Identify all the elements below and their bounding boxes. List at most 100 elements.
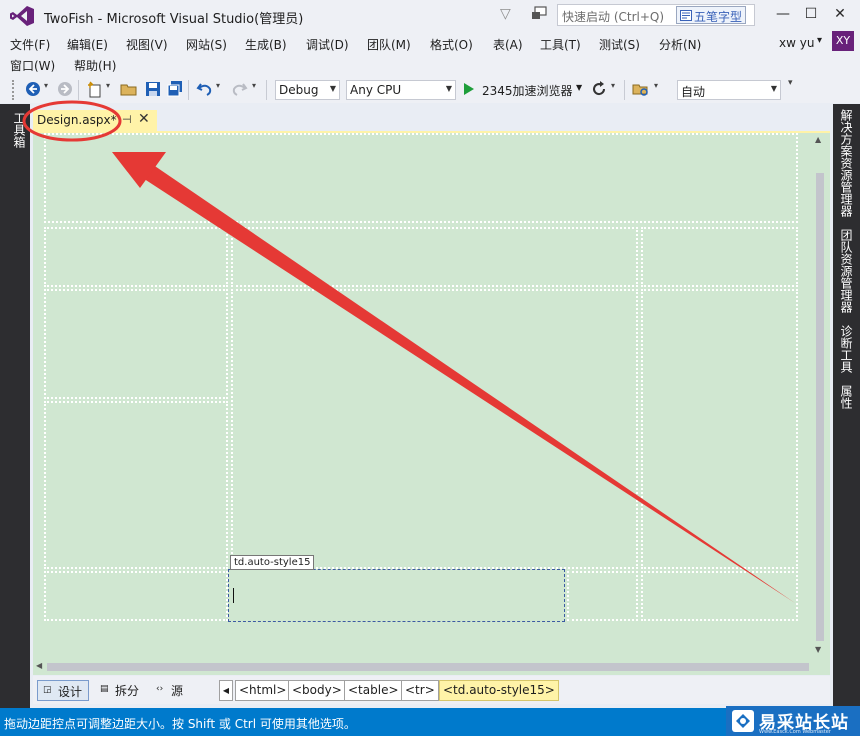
design-surface[interactable]: td.auto-style15 ▲ ▼ ◀ xyxy=(33,133,830,675)
diagnostic-tools-tab[interactable]: 诊断工具 xyxy=(838,325,855,373)
menu-format[interactable]: 格式(O) xyxy=(430,36,473,53)
toolbox-tab[interactable]: 工具箱 xyxy=(7,112,26,152)
user-name[interactable]: xw yu xyxy=(779,36,814,50)
minimize-icon[interactable]: — xyxy=(772,4,794,24)
text-caret xyxy=(233,588,234,603)
table-cell[interactable] xyxy=(44,401,228,569)
maximize-icon[interactable]: ☐ xyxy=(800,4,822,24)
menu-table[interactable]: 表(A) xyxy=(493,36,523,53)
breadcrumb-tr[interactable]: <tr> xyxy=(401,680,439,701)
scroll-up-icon[interactable]: ▲ xyxy=(815,135,821,144)
undo-icon[interactable] xyxy=(196,80,214,98)
save-all-icon[interactable] xyxy=(166,80,184,98)
close-window-icon[interactable]: ✕ xyxy=(829,4,851,24)
team-explorer-tab[interactable]: 团队资源管理器 xyxy=(838,229,855,313)
navigate-forward-icon[interactable] xyxy=(56,80,74,98)
selected-table-cell[interactable] xyxy=(228,569,565,622)
breadcrumb-table[interactable]: <table> xyxy=(344,680,403,701)
menu-help[interactable]: 帮助(H) xyxy=(74,57,116,74)
toolbox-label: 工具箱 xyxy=(12,112,26,148)
breadcrumb-td-active[interactable]: <td.auto-style15> xyxy=(439,680,559,701)
table-cell[interactable] xyxy=(231,227,638,287)
source-view-button[interactable]: ‹› 源 xyxy=(151,680,189,701)
avatar[interactable]: XY xyxy=(832,31,854,51)
toolbar-grip[interactable] xyxy=(12,80,16,100)
scroll-left-icon[interactable]: ◀ xyxy=(36,661,42,670)
vertical-scroll-thumb[interactable] xyxy=(816,173,824,641)
scroll-down-icon[interactable]: ▼ xyxy=(815,645,821,654)
chevron-down-icon: ▼ xyxy=(770,84,777,93)
watermark: 易采站长站 Www.Easck.Com Webmaster xyxy=(726,706,860,736)
menu-bar: 文件(F) 编辑(E) 视图(V) 网站(S) 生成(B) 调试(D) 团队(M… xyxy=(0,32,860,77)
navigate-back-icon[interactable] xyxy=(24,80,42,98)
new-dropdown-icon[interactable]: ▾ xyxy=(106,81,110,90)
toolbar-options-icon[interactable]: ▾ xyxy=(788,78,793,88)
view-bar: ◲ 设计 ▤ 拆分 ‹› 源 ◀ <html> <body> <table> <… xyxy=(33,676,830,704)
open-file-icon[interactable] xyxy=(120,80,138,98)
menu-window[interactable]: 窗口(W) xyxy=(10,57,55,74)
play-icon xyxy=(464,83,474,95)
solution-platform-select[interactable]: Any CPU ▼ xyxy=(346,80,456,100)
design-view-button[interactable]: ◲ 设计 xyxy=(37,680,90,701)
table-cell[interactable] xyxy=(44,289,228,399)
watermark-logo-icon xyxy=(732,710,754,732)
breadcrumb-body[interactable]: <body> xyxy=(288,680,346,701)
find-in-files-icon[interactable] xyxy=(632,80,650,98)
table-cell[interactable] xyxy=(44,227,228,287)
ime-indicator[interactable]: 五笔字型 xyxy=(676,6,747,24)
horizontal-scrollbar[interactable]: ◀ xyxy=(33,660,813,674)
table-cell[interactable] xyxy=(44,133,798,223)
notification-filter-icon[interactable]: ▽ xyxy=(500,6,516,22)
feedback-icon[interactable] xyxy=(530,6,548,22)
solution-platform-value: Any CPU xyxy=(350,83,402,97)
table-cell[interactable] xyxy=(231,289,638,569)
menu-website[interactable]: 网站(S) xyxy=(186,36,227,53)
horizontal-scroll-thumb[interactable] xyxy=(47,663,809,671)
properties-tab[interactable]: 属性 xyxy=(838,385,855,409)
solution-configuration-value: Debug xyxy=(279,83,319,97)
design-view-label: 设计 xyxy=(58,685,83,699)
quick-launch-input[interactable]: 快速启动 (Ctrl+Q) 五笔字型 xyxy=(557,4,755,26)
source-view-icon: ‹› xyxy=(156,684,164,694)
solution-explorer-tab[interactable]: 解决方案资源管理器 xyxy=(838,109,855,217)
pin-icon[interactable]: ⊣ xyxy=(122,113,132,126)
table-cell[interactable] xyxy=(641,289,798,569)
document-tab-label: Design.aspx* xyxy=(37,113,117,127)
table-cell[interactable] xyxy=(567,571,638,621)
back-dropdown-icon[interactable]: ▾ xyxy=(44,81,48,90)
new-project-icon[interactable] xyxy=(86,80,104,98)
menu-file[interactable]: 文件(F) xyxy=(10,36,50,53)
menu-analyze[interactable]: 分析(N) xyxy=(659,36,701,53)
table-cell[interactable] xyxy=(641,227,798,287)
save-icon[interactable] xyxy=(144,80,162,98)
redo-dropdown-icon[interactable]: ▾ xyxy=(252,81,256,90)
table-cell[interactable] xyxy=(641,571,798,621)
redo-icon[interactable] xyxy=(230,80,248,98)
breadcrumb-html[interactable]: <html> xyxy=(235,680,291,701)
vertical-scrollbar[interactable]: ▲ ▼ xyxy=(813,133,827,660)
toolbar-overflow-icon[interactable]: ▾ xyxy=(654,81,658,90)
toolbar-separator xyxy=(624,80,625,100)
mode-select[interactable]: 自动 ▼ xyxy=(677,80,781,100)
split-view-button[interactable]: ▤ 拆分 xyxy=(95,680,145,701)
menu-debug[interactable]: 调试(D) xyxy=(306,36,349,53)
menu-edit[interactable]: 编辑(E) xyxy=(67,36,108,53)
table-cell[interactable] xyxy=(44,571,228,621)
breadcrumb-scroll-left-icon[interactable]: ◀ xyxy=(219,680,233,701)
menu-team[interactable]: 团队(M) xyxy=(367,36,411,53)
undo-dropdown-icon[interactable]: ▾ xyxy=(216,81,220,90)
close-icon[interactable]: ✕ xyxy=(138,111,150,127)
solution-configuration-select[interactable]: Debug ▼ xyxy=(275,80,340,100)
user-dropdown-icon[interactable]: ▾ xyxy=(817,35,822,46)
split-view-icon: ▤ xyxy=(100,684,109,694)
menu-build[interactable]: 生成(B) xyxy=(245,36,287,53)
run-target-dropdown-icon[interactable]: ▼ xyxy=(576,83,582,92)
refresh-dropdown-icon[interactable]: ▾ xyxy=(611,81,615,90)
selected-cell-tag: td.auto-style15 xyxy=(230,555,315,570)
menu-test[interactable]: 测试(S) xyxy=(599,36,640,53)
refresh-icon[interactable] xyxy=(590,80,608,98)
menu-tools[interactable]: 工具(T) xyxy=(540,36,581,53)
menu-view[interactable]: 视图(V) xyxy=(126,36,168,53)
source-view-label: 源 xyxy=(171,684,184,698)
document-tab[interactable]: Design.aspx* ⊣ ✕ xyxy=(33,110,157,131)
